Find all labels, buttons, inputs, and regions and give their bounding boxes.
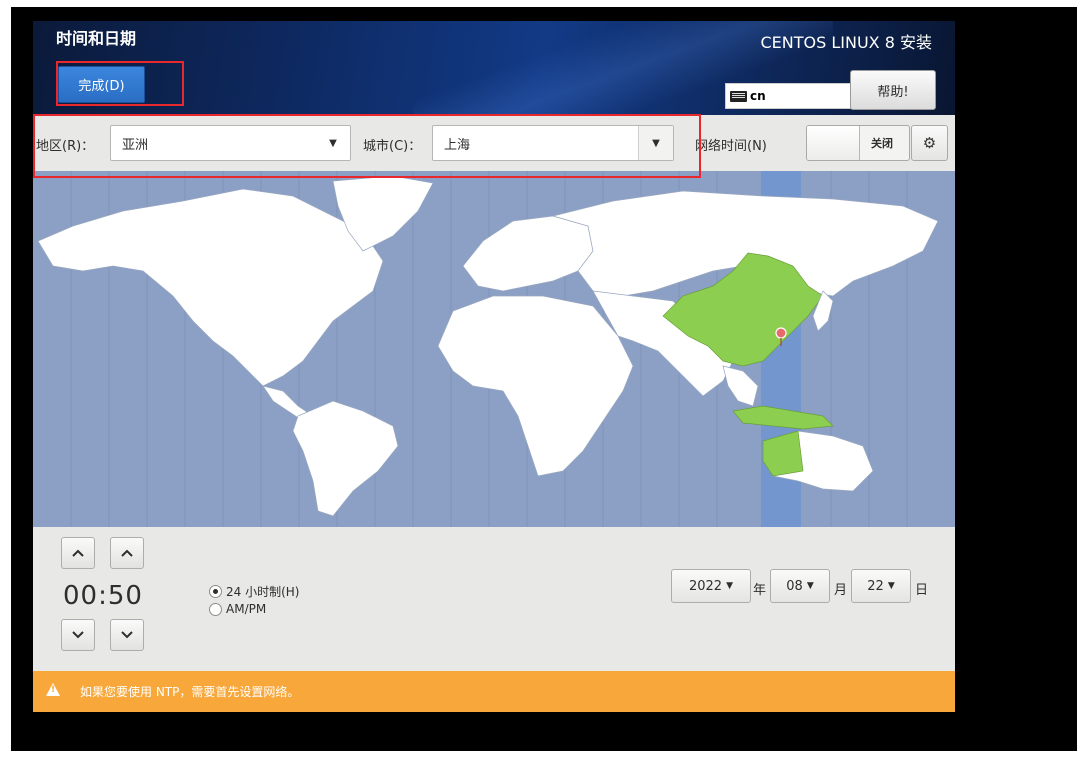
timezone-toolbar: 地区(R)： 亚洲 ▼ 城市(C)： 上海 ▼ 网络时间(N) 关闭 ⚙: [33, 115, 955, 171]
shanghai-pin-icon: [775, 327, 787, 339]
ntp-settings-button[interactable]: ⚙: [911, 125, 948, 161]
hour-down-button[interactable]: [61, 619, 95, 651]
year-dropdown[interactable]: 2022 ▼: [671, 569, 751, 603]
city-select[interactable]: 上海 ▼: [432, 125, 674, 161]
chevron-down-icon: ▼: [726, 581, 733, 591]
world-map-svg[interactable]: [33, 171, 955, 527]
minute-down-button[interactable]: [110, 619, 144, 651]
gear-icon: ⚙: [922, 134, 937, 152]
radio-dot: [209, 602, 222, 616]
product-title: CENTOS LINUX 8 安装: [760, 33, 933, 52]
chevron-down-icon: ▼: [887, 581, 895, 591]
radio-dot: [209, 585, 222, 598]
network-time-state: 关闭: [871, 137, 893, 150]
chevron-down-icon: ▼: [329, 137, 337, 149]
network-time-label: 网络时间(N): [695, 139, 767, 154]
city-label: 城市(C)：: [363, 139, 422, 154]
year-unit: 年: [753, 583, 767, 598]
month-dropdown[interactable]: 08 ▼: [770, 569, 830, 603]
header-bar: 时间和日期 完成(D) CENTOS LINUX 8 安装 cn 帮助!: [33, 21, 955, 115]
region-value: 亚洲: [122, 138, 149, 153]
warning-icon: !: [46, 683, 60, 696]
hour-up-button[interactable]: [61, 537, 95, 569]
region-select[interactable]: 亚洲 ▼: [110, 125, 351, 161]
chevron-down-icon: ▼: [806, 581, 814, 591]
format-ampm-radio[interactable]: AM/PM: [209, 602, 266, 616]
keyboard-layout-indicator[interactable]: cn: [725, 83, 853, 109]
chevron-up-icon: [72, 549, 84, 557]
month-unit: 月: [834, 583, 848, 598]
chevron-down-icon: [72, 631, 84, 639]
done-button[interactable]: 完成(D): [58, 66, 145, 103]
format-ampm-label: AM/PM: [226, 602, 267, 616]
year-value: 2022: [688, 578, 723, 594]
month-value: 08: [786, 578, 803, 594]
time-date-panel: 00:50 24 小时制(H) AM/PM 2022 ▼ 年 08 ▼ 月 22…: [33, 527, 955, 671]
network-time-switch[interactable]: 关闭: [806, 125, 910, 161]
installer-screen: 时间和日期 完成(D) CENTOS LINUX 8 安装 cn 帮助! 地区(…: [11, 7, 1077, 751]
region-label: 地区(R)：: [36, 139, 95, 154]
warning-bar: ! 如果您要使用 NTP，需要首先设置网络。: [33, 671, 955, 712]
chevron-up-icon: [121, 549, 133, 557]
keyboard-layout-label: cn: [750, 89, 766, 103]
city-value: 上海: [444, 138, 471, 153]
format-24h-label: 24 小时制(H): [226, 585, 300, 599]
day-value: 22: [867, 578, 884, 594]
timezone-map[interactable]: [33, 171, 955, 527]
day-unit: 日: [915, 583, 929, 598]
day-dropdown[interactable]: 22 ▼: [851, 569, 911, 603]
time-display: 00:50: [63, 581, 143, 611]
page-title: 时间和日期: [56, 29, 137, 48]
keyboard-icon: [730, 90, 747, 102]
chevron-down-icon: ▼: [638, 126, 673, 160]
minute-up-button[interactable]: [110, 537, 144, 569]
help-button[interactable]: 帮助!: [850, 70, 936, 110]
switch-knob: [807, 126, 860, 160]
chevron-down-icon: [121, 631, 133, 639]
warning-text: 如果您要使用 NTP，需要首先设置网络。: [80, 685, 300, 699]
format-24h-radio[interactable]: 24 小时制(H): [209, 583, 299, 600]
